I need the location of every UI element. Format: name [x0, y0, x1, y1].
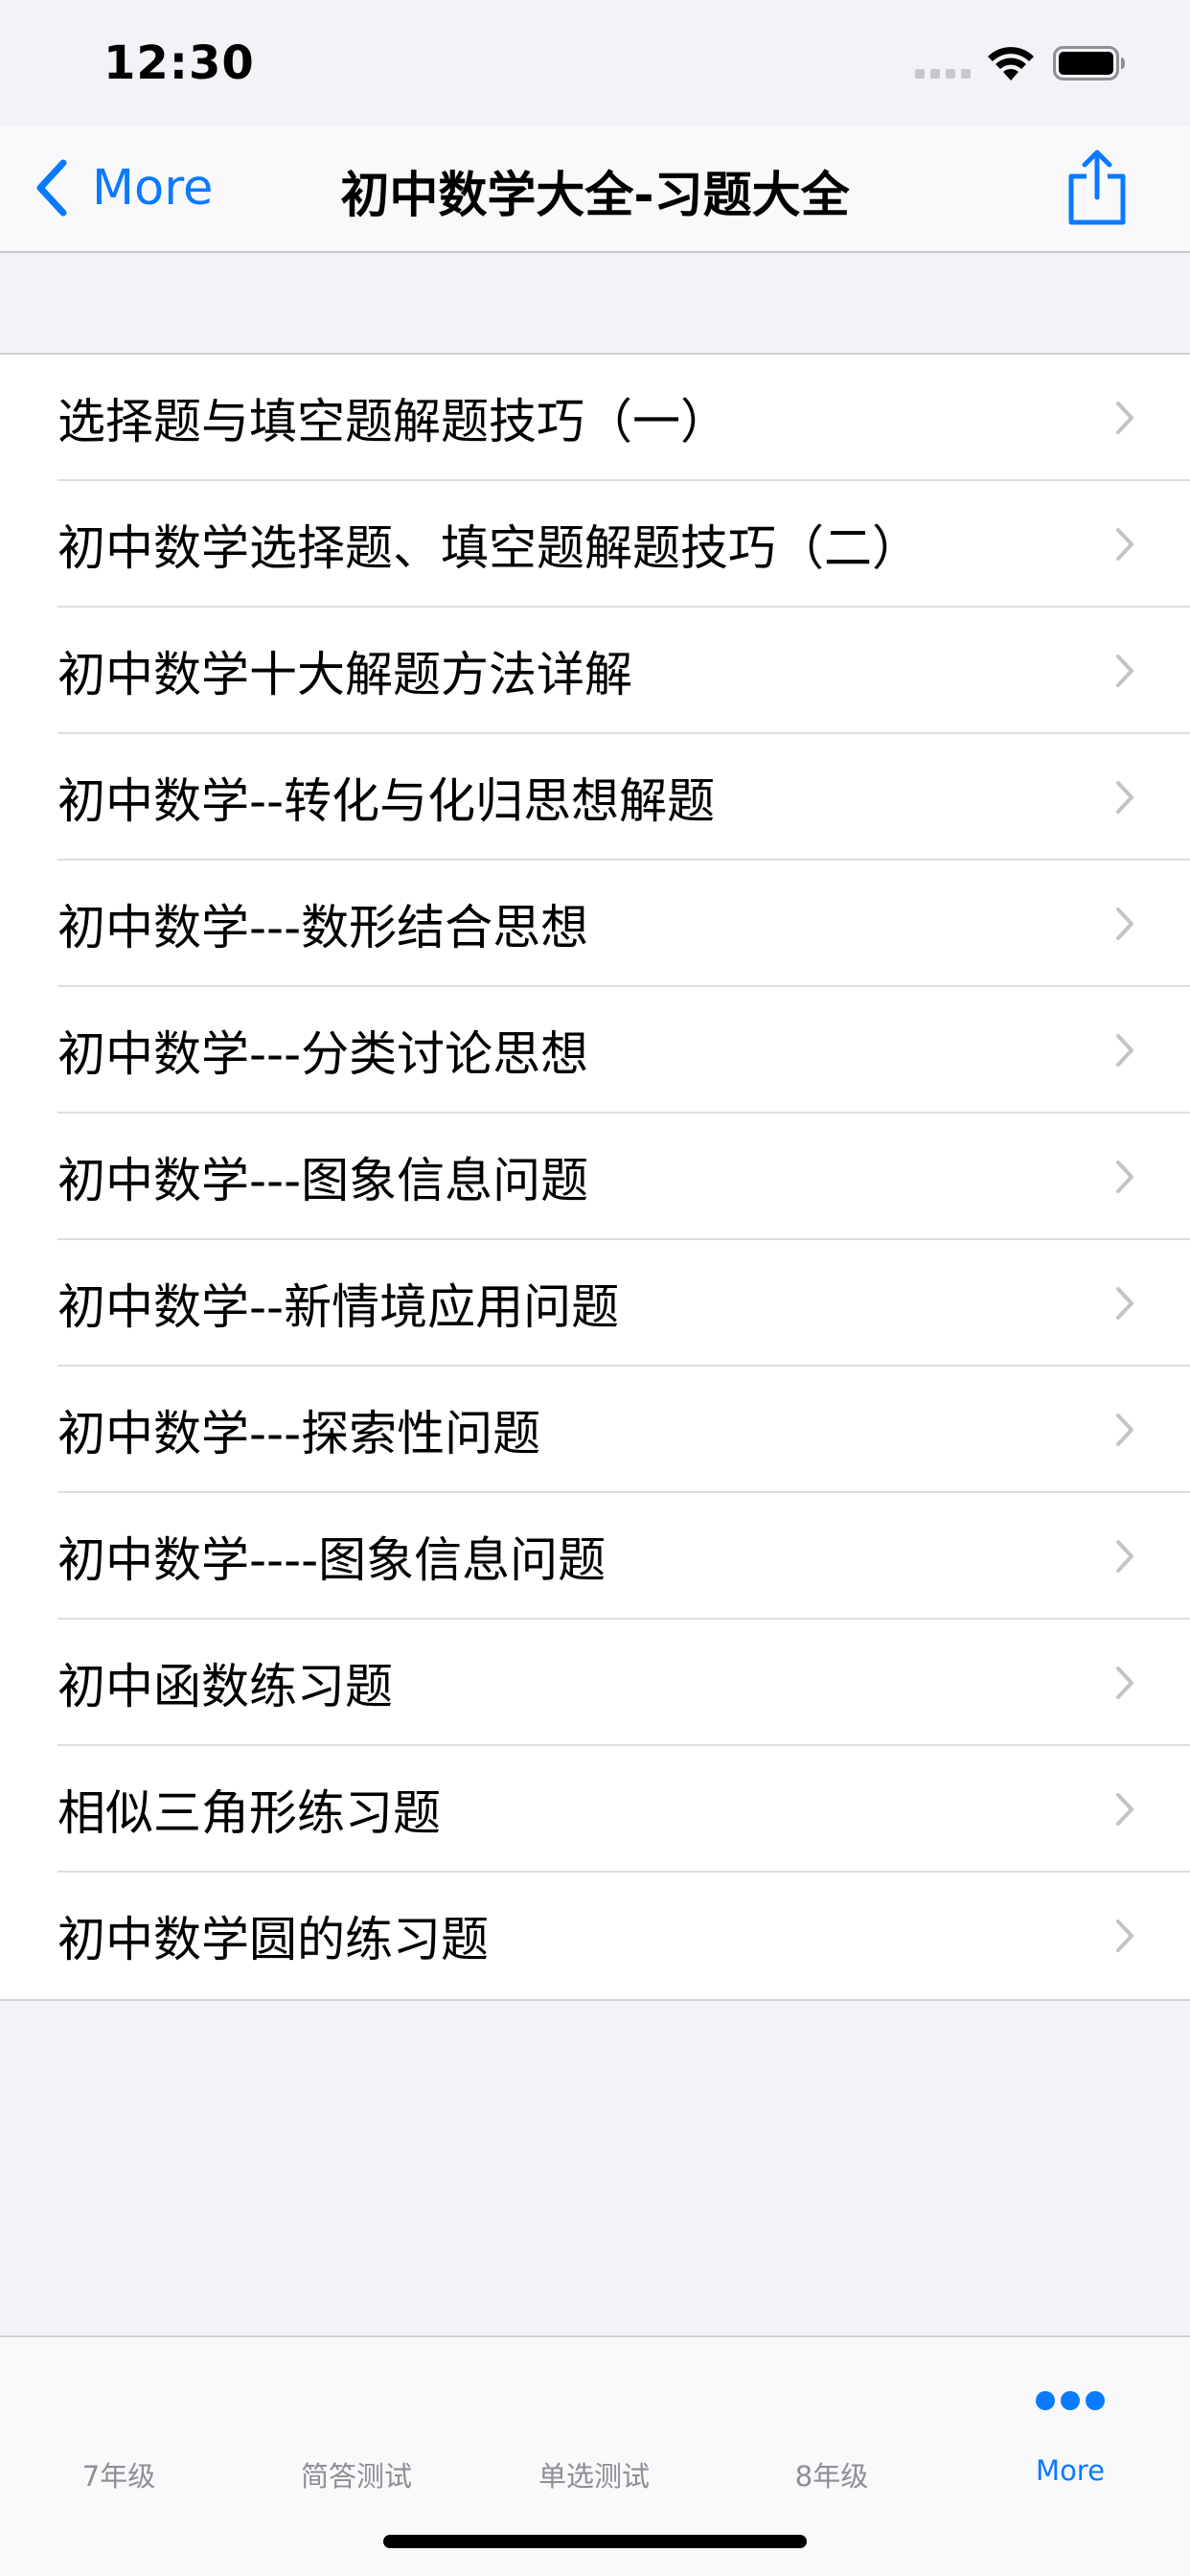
list-item-label: 初中数学---分类讨论思想 [57, 1026, 589, 1082]
chevron-right-icon [1116, 1034, 1133, 1067]
more-dots-icon [1036, 2391, 1105, 2410]
home-indicator[interactable] [383, 2535, 807, 2548]
chevron-right-icon [1116, 1793, 1133, 1826]
list-item[interactable]: 初中数学---图象信息问题 [0, 1114, 1190, 1240]
list-item[interactable]: 初中数学---数形结合思想 [0, 861, 1190, 987]
tab-grade-8[interactable]: 8年级 [713, 2337, 950, 2500]
chevron-right-icon [1116, 1287, 1133, 1320]
chevron-right-icon [1116, 908, 1133, 940]
list-item[interactable]: 初中数学---分类讨论思想 [0, 987, 1190, 1114]
list-item-label: 初中数学--转化与化归思想解题 [57, 773, 716, 829]
list-item-label: 初中数学十大解题方法详解 [57, 647, 632, 702]
list-item[interactable]: 初中数学---探索性问题 [0, 1367, 1190, 1493]
list-item[interactable]: 相似三角形练习题 [0, 1746, 1190, 1873]
battery-icon [1053, 46, 1125, 80]
list-item-label: 初中数学--新情境应用问题 [57, 1279, 620, 1335]
exercise-list: 选择题与填空题解题技巧（一） 初中数学选择题、填空题解题技巧（二） 初中数学十大… [0, 353, 1190, 2001]
chevron-left-icon [36, 159, 67, 217]
list-item-label: 初中数学---图象信息问题 [57, 1153, 589, 1208]
list-item-label: 相似三角形练习题 [57, 1785, 441, 1841]
tab-label: 单选测试 [538, 2460, 650, 2493]
status-time: 12:30 [103, 36, 255, 90]
list-item-label: 初中函数练习题 [57, 1659, 393, 1714]
screen: 12:30 More 初中数学大全-习题大全 选择题与填空题解题技巧（一） 初中… [0, 0, 1190, 2576]
list-item-label: 初中数学圆的练习题 [57, 1912, 489, 1967]
chevron-right-icon [1116, 1414, 1133, 1446]
tab-label: 7年级 [81, 2460, 156, 2493]
chevron-right-icon [1116, 1540, 1133, 1573]
list-item-label: 初中数学---探索性问题 [57, 1406, 541, 1461]
tab-label: 简答测试 [300, 2460, 412, 2493]
list-item[interactable]: 选择题与填空题解题技巧（一） [0, 355, 1190, 481]
share-icon[interactable] [1064, 150, 1131, 226]
list-item-label: 初中数学选择题、填空题解题技巧（二） [57, 520, 920, 576]
chevron-right-icon [1116, 655, 1133, 687]
chevron-right-icon [1116, 1920, 1133, 1952]
list-item-label: 选择题与填空题解题技巧（一） [57, 394, 728, 449]
list-item[interactable]: 初中数学--转化与化归思想解题 [0, 734, 1190, 861]
list-item[interactable]: 初中函数练习题 [0, 1620, 1190, 1746]
tab-more[interactable]: More [950, 2337, 1190, 2500]
cellular-signal-icon [915, 69, 971, 79]
navigation-bar: More 初中数学大全-习题大全 [0, 126, 1190, 253]
list-item[interactable]: 初中数学选择题、填空题解题技巧（二） [0, 481, 1190, 608]
tab-short-answer-test[interactable]: 简答测试 [238, 2337, 475, 2500]
page-title: 初中数学大全-习题大全 [340, 168, 850, 224]
list-item-label: 初中数学----图象信息问题 [57, 1532, 606, 1588]
chevron-right-icon [1116, 528, 1133, 561]
tab-single-choice-test[interactable]: 单选测试 [475, 2337, 713, 2500]
list-item[interactable]: 初中数学----图象信息问题 [0, 1493, 1190, 1620]
back-button[interactable]: More [34, 153, 213, 222]
list-item[interactable]: 初中数学十大解题方法详解 [0, 608, 1190, 734]
status-bar: 12:30 [0, 0, 1190, 126]
chevron-right-icon [1116, 402, 1133, 434]
list-item[interactable]: 初中数学--新情境应用问题 [0, 1240, 1190, 1367]
chevron-right-icon [1116, 1161, 1133, 1193]
tab-grade-7[interactable]: 7年级 [0, 2337, 238, 2500]
wifi-icon [988, 47, 1034, 80]
list-item[interactable]: 初中数学圆的练习题 [0, 1873, 1190, 1999]
tab-label: More [1036, 2454, 1105, 2487]
chevron-right-icon [1116, 781, 1133, 814]
chevron-right-icon [1116, 1667, 1133, 1699]
list-item-label: 初中数学---数形结合思想 [57, 900, 589, 955]
tab-label: 8年级 [794, 2460, 869, 2493]
